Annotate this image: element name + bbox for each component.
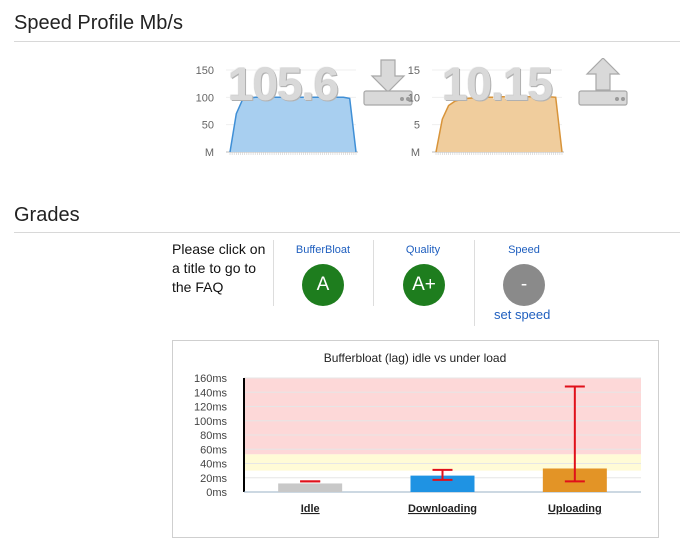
y-tick-label: 140ms [194,387,228,399]
upload-speed-value: 10.15 [442,58,553,110]
upload-icon [578,58,628,106]
faq-hint-text: Please click on a title to go to the FAQ [172,241,266,295]
download-profile-tick-label: 100 [196,92,214,104]
chart-band [244,454,641,471]
speed-profile-title: Speed Profile Mb/s [14,12,183,34]
upload-profile-tick-label: 5 [414,120,420,132]
speed-profile-divider [14,41,680,42]
grades-title: Grades [14,204,80,226]
download-profile-tick-label: M [205,147,214,158]
download-profile-tick-label: 50 [202,120,214,132]
grade-badge-bufferbloat: A [302,264,344,306]
bar-idle [278,483,343,492]
grade-badge-quality: A+ [403,264,445,306]
grade-title-bufferbloat[interactable]: BufferBloat [273,244,373,256]
y-tick-label: 120ms [194,402,228,414]
chart-band [244,378,641,455]
upload-profile-tick-label: 15 [408,65,420,77]
download-profile-tick-label: 150 [196,65,214,77]
category-label-uploading: Uploading [548,503,602,515]
grade-title-quality[interactable]: Quality [373,244,473,256]
grade-title-speed[interactable]: Speed [474,244,574,256]
y-tick-label: 160ms [194,373,228,385]
category-label-downloading: Downloading [408,503,477,515]
y-tick-label: 80ms [200,430,227,442]
download-speed-value: 105.6 [228,58,339,110]
y-tick-label: 60ms [200,444,227,456]
set-speed-link[interactable]: set speed [494,307,550,322]
upload-profile-tick-label: 10 [408,92,420,104]
category-label-idle: Idle [301,503,320,515]
y-tick-label: 40ms [200,459,227,471]
y-tick-label: 20ms [200,473,227,485]
grade-badge-speed: - [503,264,545,306]
chart-title: Bufferbloat (lag) idle vs under load [324,351,507,365]
grades-divider [14,232,680,233]
y-tick-label: 0ms [206,487,227,499]
bufferbloat-chart-panel: Bufferbloat (lag) idle vs under load 160m… [172,340,659,538]
y-tick-label: 100ms [194,416,228,428]
upload-profile-tick-label: M [411,147,420,158]
bufferbloat-chart: Bufferbloat (lag) idle vs under load 160m… [194,351,641,515]
